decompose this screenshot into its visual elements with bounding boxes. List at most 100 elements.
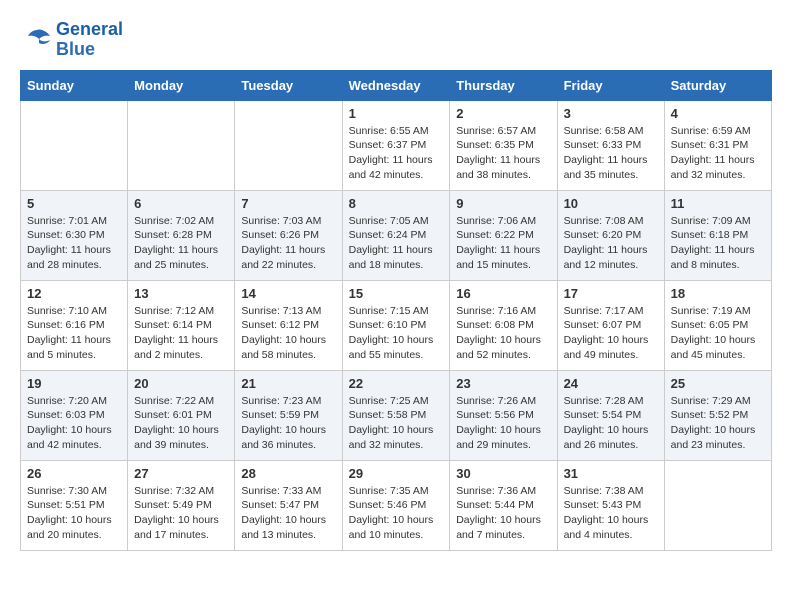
- calendar-day-cell: 28 Sunrise: 7:33 AM Sunset: 5:47 PM Dayli…: [235, 460, 342, 550]
- calendar-day-cell: 11 Sunrise: 7:09 AM Sunset: 6:18 PM Dayli…: [664, 190, 771, 280]
- day-number: 20: [134, 376, 228, 391]
- day-number: 14: [241, 286, 335, 301]
- day-number: 8: [349, 196, 444, 211]
- day-info: Sunrise: 6:55 AM Sunset: 6:37 PM Dayligh…: [349, 124, 444, 183]
- day-info: Sunrise: 7:10 AM Sunset: 6:16 PM Dayligh…: [27, 304, 121, 363]
- day-info: Sunrise: 7:15 AM Sunset: 6:10 PM Dayligh…: [349, 304, 444, 363]
- day-number: 30: [456, 466, 550, 481]
- day-info: Sunrise: 7:01 AM Sunset: 6:30 PM Dayligh…: [27, 214, 121, 273]
- day-info: Sunrise: 6:59 AM Sunset: 6:31 PM Dayligh…: [671, 124, 765, 183]
- day-info: Sunrise: 7:05 AM Sunset: 6:24 PM Dayligh…: [349, 214, 444, 273]
- calendar-header-row: SundayMondayTuesdayWednesdayThursdayFrid…: [21, 70, 772, 100]
- calendar-day-cell: 21 Sunrise: 7:23 AM Sunset: 5:59 PM Dayli…: [235, 370, 342, 460]
- day-number: 15: [349, 286, 444, 301]
- day-info: Sunrise: 7:38 AM Sunset: 5:43 PM Dayligh…: [564, 484, 658, 543]
- day-number: 5: [27, 196, 121, 211]
- calendar-day-cell: 6 Sunrise: 7:02 AM Sunset: 6:28 PM Daylig…: [128, 190, 235, 280]
- day-info: Sunrise: 7:12 AM Sunset: 6:14 PM Dayligh…: [134, 304, 228, 363]
- day-info: Sunrise: 7:33 AM Sunset: 5:47 PM Dayligh…: [241, 484, 335, 543]
- calendar-day-cell: 1 Sunrise: 6:55 AM Sunset: 6:37 PM Daylig…: [342, 100, 450, 190]
- calendar-day-cell: 30Sunrise: 7:36 AM Sunset: 5:44 PM Dayli…: [450, 460, 557, 550]
- day-number: 7: [241, 196, 335, 211]
- empty-cell: [235, 100, 342, 190]
- day-number: 25: [671, 376, 765, 391]
- day-number: 18: [671, 286, 765, 301]
- day-info: Sunrise: 7:03 AM Sunset: 6:26 PM Dayligh…: [241, 214, 335, 273]
- calendar-day-cell: 15 Sunrise: 7:15 AM Sunset: 6:10 PM Dayli…: [342, 280, 450, 370]
- header-thursday: Thursday: [450, 70, 557, 100]
- day-info: Sunrise: 7:09 AM Sunset: 6:18 PM Dayligh…: [671, 214, 765, 273]
- calendar-day-cell: 3 Sunrise: 6:58 AM Sunset: 6:33 PM Daylig…: [557, 100, 664, 190]
- day-info: Sunrise: 7:30 AM Sunset: 5:51 PM Dayligh…: [27, 484, 121, 543]
- day-number: 31: [564, 466, 658, 481]
- calendar-day-cell: 7 Sunrise: 7:03 AM Sunset: 6:26 PM Daylig…: [235, 190, 342, 280]
- calendar-week-row: 5 Sunrise: 7:01 AM Sunset: 6:30 PM Daylig…: [21, 190, 772, 280]
- calendar-day-cell: 20 Sunrise: 7:22 AM Sunset: 6:01 PM Dayli…: [128, 370, 235, 460]
- day-info: Sunrise: 7:25 AM Sunset: 5:58 PM Dayligh…: [349, 394, 444, 453]
- header-friday: Friday: [557, 70, 664, 100]
- day-info: Sunrise: 7:22 AM Sunset: 6:01 PM Dayligh…: [134, 394, 228, 453]
- day-info: Sunrise: 6:58 AM Sunset: 6:33 PM Dayligh…: [564, 124, 658, 183]
- day-info: Sunrise: 7:19 AM Sunset: 6:05 PM Dayligh…: [671, 304, 765, 363]
- empty-cell: [128, 100, 235, 190]
- calendar-day-cell: 26Sunrise: 7:30 AM Sunset: 5:51 PM Dayli…: [21, 460, 128, 550]
- day-info: Sunrise: 7:23 AM Sunset: 5:59 PM Dayligh…: [241, 394, 335, 453]
- calendar-day-cell: 9 Sunrise: 7:06 AM Sunset: 6:22 PM Daylig…: [450, 190, 557, 280]
- day-number: 19: [27, 376, 121, 391]
- day-info: Sunrise: 6:57 AM Sunset: 6:35 PM Dayligh…: [456, 124, 550, 183]
- calendar-day-cell: 17 Sunrise: 7:17 AM Sunset: 6:07 PM Dayli…: [557, 280, 664, 370]
- day-info: Sunrise: 7:26 AM Sunset: 5:56 PM Dayligh…: [456, 394, 550, 453]
- day-number: 21: [241, 376, 335, 391]
- calendar-day-cell: 8 Sunrise: 7:05 AM Sunset: 6:24 PM Daylig…: [342, 190, 450, 280]
- day-number: 22: [349, 376, 444, 391]
- day-info: Sunrise: 7:06 AM Sunset: 6:22 PM Dayligh…: [456, 214, 550, 273]
- page-header: General Blue: [20, 20, 772, 60]
- calendar-week-row: 26Sunrise: 7:30 AM Sunset: 5:51 PM Dayli…: [21, 460, 772, 550]
- day-info: Sunrise: 7:20 AM Sunset: 6:03 PM Dayligh…: [27, 394, 121, 453]
- header-saturday: Saturday: [664, 70, 771, 100]
- day-info: Sunrise: 7:13 AM Sunset: 6:12 PM Dayligh…: [241, 304, 335, 363]
- empty-cell: [21, 100, 128, 190]
- day-number: 3: [564, 106, 658, 121]
- day-info: Sunrise: 7:29 AM Sunset: 5:52 PM Dayligh…: [671, 394, 765, 453]
- day-number: 17: [564, 286, 658, 301]
- day-number: 28: [241, 466, 335, 481]
- day-number: 24: [564, 376, 658, 391]
- calendar-week-row: 1 Sunrise: 6:55 AM Sunset: 6:37 PM Daylig…: [21, 100, 772, 190]
- header-tuesday: Tuesday: [235, 70, 342, 100]
- calendar-week-row: 12Sunrise: 7:10 AM Sunset: 6:16 PM Dayli…: [21, 280, 772, 370]
- day-number: 10: [564, 196, 658, 211]
- day-number: 9: [456, 196, 550, 211]
- calendar-day-cell: 19 Sunrise: 7:20 AM Sunset: 6:03 PM Dayli…: [21, 370, 128, 460]
- calendar-day-cell: 18 Sunrise: 7:19 AM Sunset: 6:05 PM Dayli…: [664, 280, 771, 370]
- calendar-day-cell: 24Sunrise: 7:28 AM Sunset: 5:54 PM Dayli…: [557, 370, 664, 460]
- calendar-day-cell: 14 Sunrise: 7:13 AM Sunset: 6:12 PM Dayli…: [235, 280, 342, 370]
- day-number: 13: [134, 286, 228, 301]
- day-number: 27: [134, 466, 228, 481]
- day-info: Sunrise: 7:32 AM Sunset: 5:49 PM Dayligh…: [134, 484, 228, 543]
- day-info: Sunrise: 7:08 AM Sunset: 6:20 PM Dayligh…: [564, 214, 658, 273]
- day-number: 16: [456, 286, 550, 301]
- calendar-day-cell: 27 Sunrise: 7:32 AM Sunset: 5:49 PM Dayli…: [128, 460, 235, 550]
- header-monday: Monday: [128, 70, 235, 100]
- day-info: Sunrise: 7:35 AM Sunset: 5:46 PM Dayligh…: [349, 484, 444, 543]
- day-info: Sunrise: 7:02 AM Sunset: 6:28 PM Dayligh…: [134, 214, 228, 273]
- logo-text: General Blue: [56, 20, 123, 60]
- calendar-day-cell: 4Sunrise: 6:59 AM Sunset: 6:31 PM Daylig…: [664, 100, 771, 190]
- calendar-day-cell: 31 Sunrise: 7:38 AM Sunset: 5:43 PM Dayli…: [557, 460, 664, 550]
- calendar-day-cell: 13 Sunrise: 7:12 AM Sunset: 6:14 PM Dayli…: [128, 280, 235, 370]
- day-number: 29: [349, 466, 444, 481]
- calendar-week-row: 19 Sunrise: 7:20 AM Sunset: 6:03 PM Dayli…: [21, 370, 772, 460]
- day-number: 6: [134, 196, 228, 211]
- day-info: Sunrise: 7:17 AM Sunset: 6:07 PM Dayligh…: [564, 304, 658, 363]
- calendar-day-cell: 29 Sunrise: 7:35 AM Sunset: 5:46 PM Dayli…: [342, 460, 450, 550]
- calendar-day-cell: 25 Sunrise: 7:29 AM Sunset: 5:52 PM Dayli…: [664, 370, 771, 460]
- empty-cell: [664, 460, 771, 550]
- day-number: 1: [349, 106, 444, 121]
- header-sunday: Sunday: [21, 70, 128, 100]
- calendar-table: SundayMondayTuesdayWednesdayThursdayFrid…: [20, 70, 772, 551]
- logo: General Blue: [20, 20, 123, 60]
- calendar-day-cell: 16Sunrise: 7:16 AM Sunset: 6:08 PM Dayli…: [450, 280, 557, 370]
- day-number: 11: [671, 196, 765, 211]
- calendar-day-cell: 22 Sunrise: 7:25 AM Sunset: 5:58 PM Dayli…: [342, 370, 450, 460]
